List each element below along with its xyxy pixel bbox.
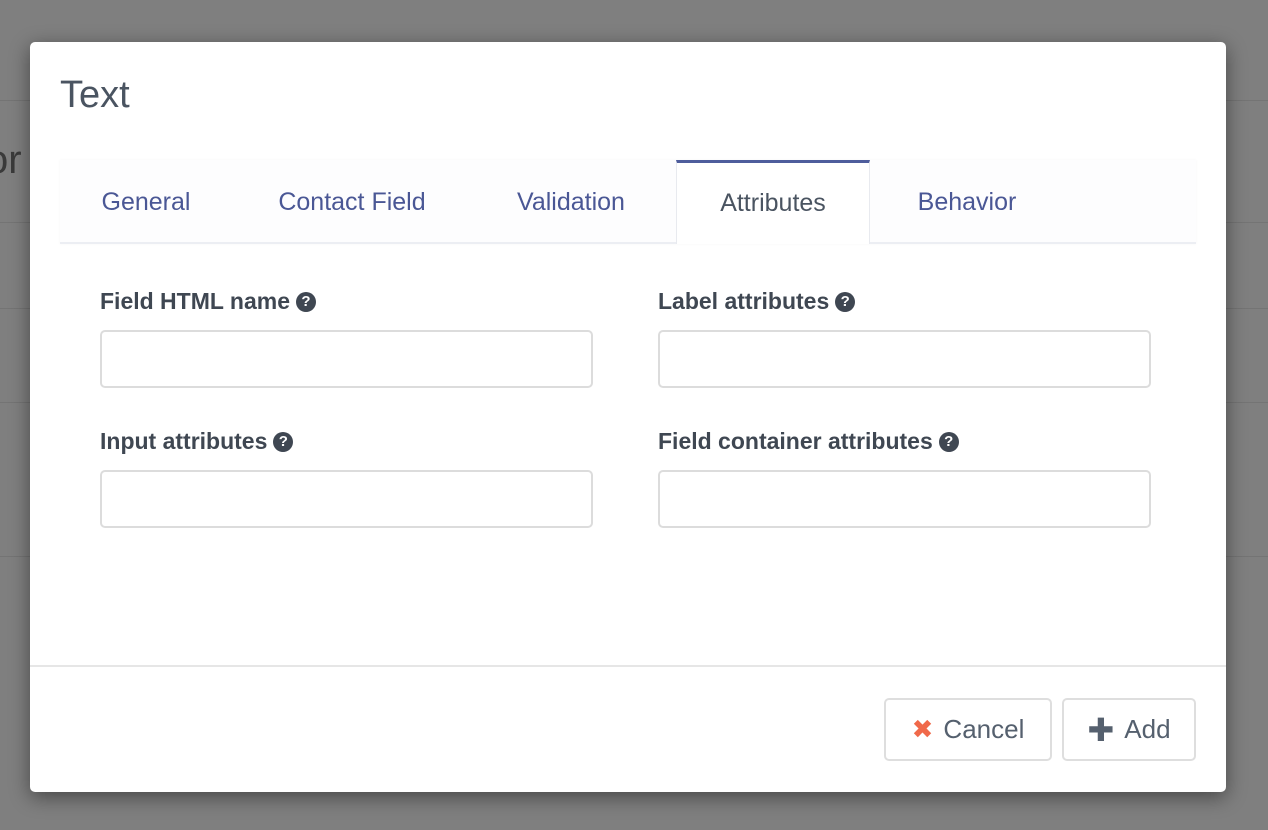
plus-icon: ✚: [1087, 711, 1115, 748]
label-attributes-input[interactable]: [658, 330, 1151, 388]
tab-general[interactable]: General: [60, 160, 232, 242]
help-icon[interactable]: ?: [296, 291, 316, 312]
help-icon[interactable]: ?: [835, 291, 856, 312]
label-text: Label attributes: [658, 288, 830, 314]
field-html-name-label: Field HTML name ?: [100, 288, 316, 315]
label-text: Input attributes: [100, 428, 268, 454]
field-container-attributes-label: Field container attributes ?: [658, 428, 959, 455]
field-html-name-input[interactable]: [100, 330, 593, 388]
label-text: Field HTML name: [100, 288, 290, 314]
text-field-modal: Text General Contact Field Validation At…: [30, 42, 1226, 792]
modal-title: Text: [60, 74, 130, 116]
tab-validation[interactable]: Validation: [472, 160, 670, 242]
footer-divider: [30, 665, 1226, 667]
input-attributes-label: Input attributes ?: [100, 428, 294, 455]
tab-bar: General Contact Field Validation Attribu…: [60, 160, 1196, 244]
label-text: Field container attributes: [658, 428, 933, 454]
help-icon[interactable]: ?: [938, 431, 959, 452]
field-container-attributes-input[interactable]: [658, 470, 1151, 528]
tab-contact-field[interactable]: Contact Field: [232, 160, 472, 242]
cancel-label: Cancel: [943, 714, 1025, 744]
cancel-button[interactable]: ✖ Cancel: [884, 698, 1052, 761]
help-icon[interactable]: ?: [273, 431, 294, 452]
add-button[interactable]: ✚ Add: [1062, 698, 1196, 761]
tab-behavior[interactable]: Behavior: [872, 160, 1062, 242]
background-text: or: [0, 138, 22, 182]
close-icon: ✖: [911, 714, 934, 744]
tab-attributes[interactable]: Attributes: [676, 160, 870, 244]
label-attributes-label: Label attributes ?: [658, 288, 856, 315]
add-label: Add: [1124, 714, 1171, 744]
input-attributes-input[interactable]: [100, 470, 593, 528]
